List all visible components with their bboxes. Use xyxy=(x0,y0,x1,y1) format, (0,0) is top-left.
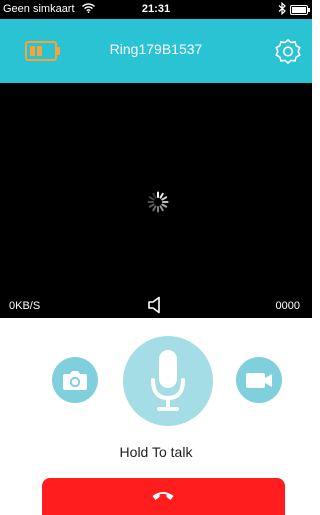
video-camera-icon xyxy=(246,373,272,388)
clock: 21:31 xyxy=(141,3,171,15)
bluetooth-icon xyxy=(278,1,286,18)
data-rate: 0KB/S xyxy=(9,300,41,312)
app-header: Ring179B1537 xyxy=(0,19,312,83)
battery-full-icon xyxy=(290,5,310,15)
speaker-icon[interactable] xyxy=(146,295,166,320)
video-view[interactable]: 0KB/S 0000 xyxy=(0,83,312,318)
device-title: Ring179B1537 xyxy=(109,41,203,57)
snapshot-button[interactable] xyxy=(52,357,98,403)
camera-icon xyxy=(63,371,87,390)
hangup-button[interactable] xyxy=(42,478,285,515)
phone-hangup-icon xyxy=(152,492,174,500)
talk-button[interactable] xyxy=(123,336,213,426)
status-bar: Geen simkaart 21:31 xyxy=(0,0,312,19)
microphone-icon xyxy=(151,350,185,411)
gear-icon[interactable] xyxy=(274,38,302,71)
frame-counter: 0000 xyxy=(275,300,300,312)
spinner-icon xyxy=(147,191,169,218)
record-button[interactable] xyxy=(236,357,282,403)
hold-to-talk-label: Hold To talk xyxy=(119,444,193,460)
